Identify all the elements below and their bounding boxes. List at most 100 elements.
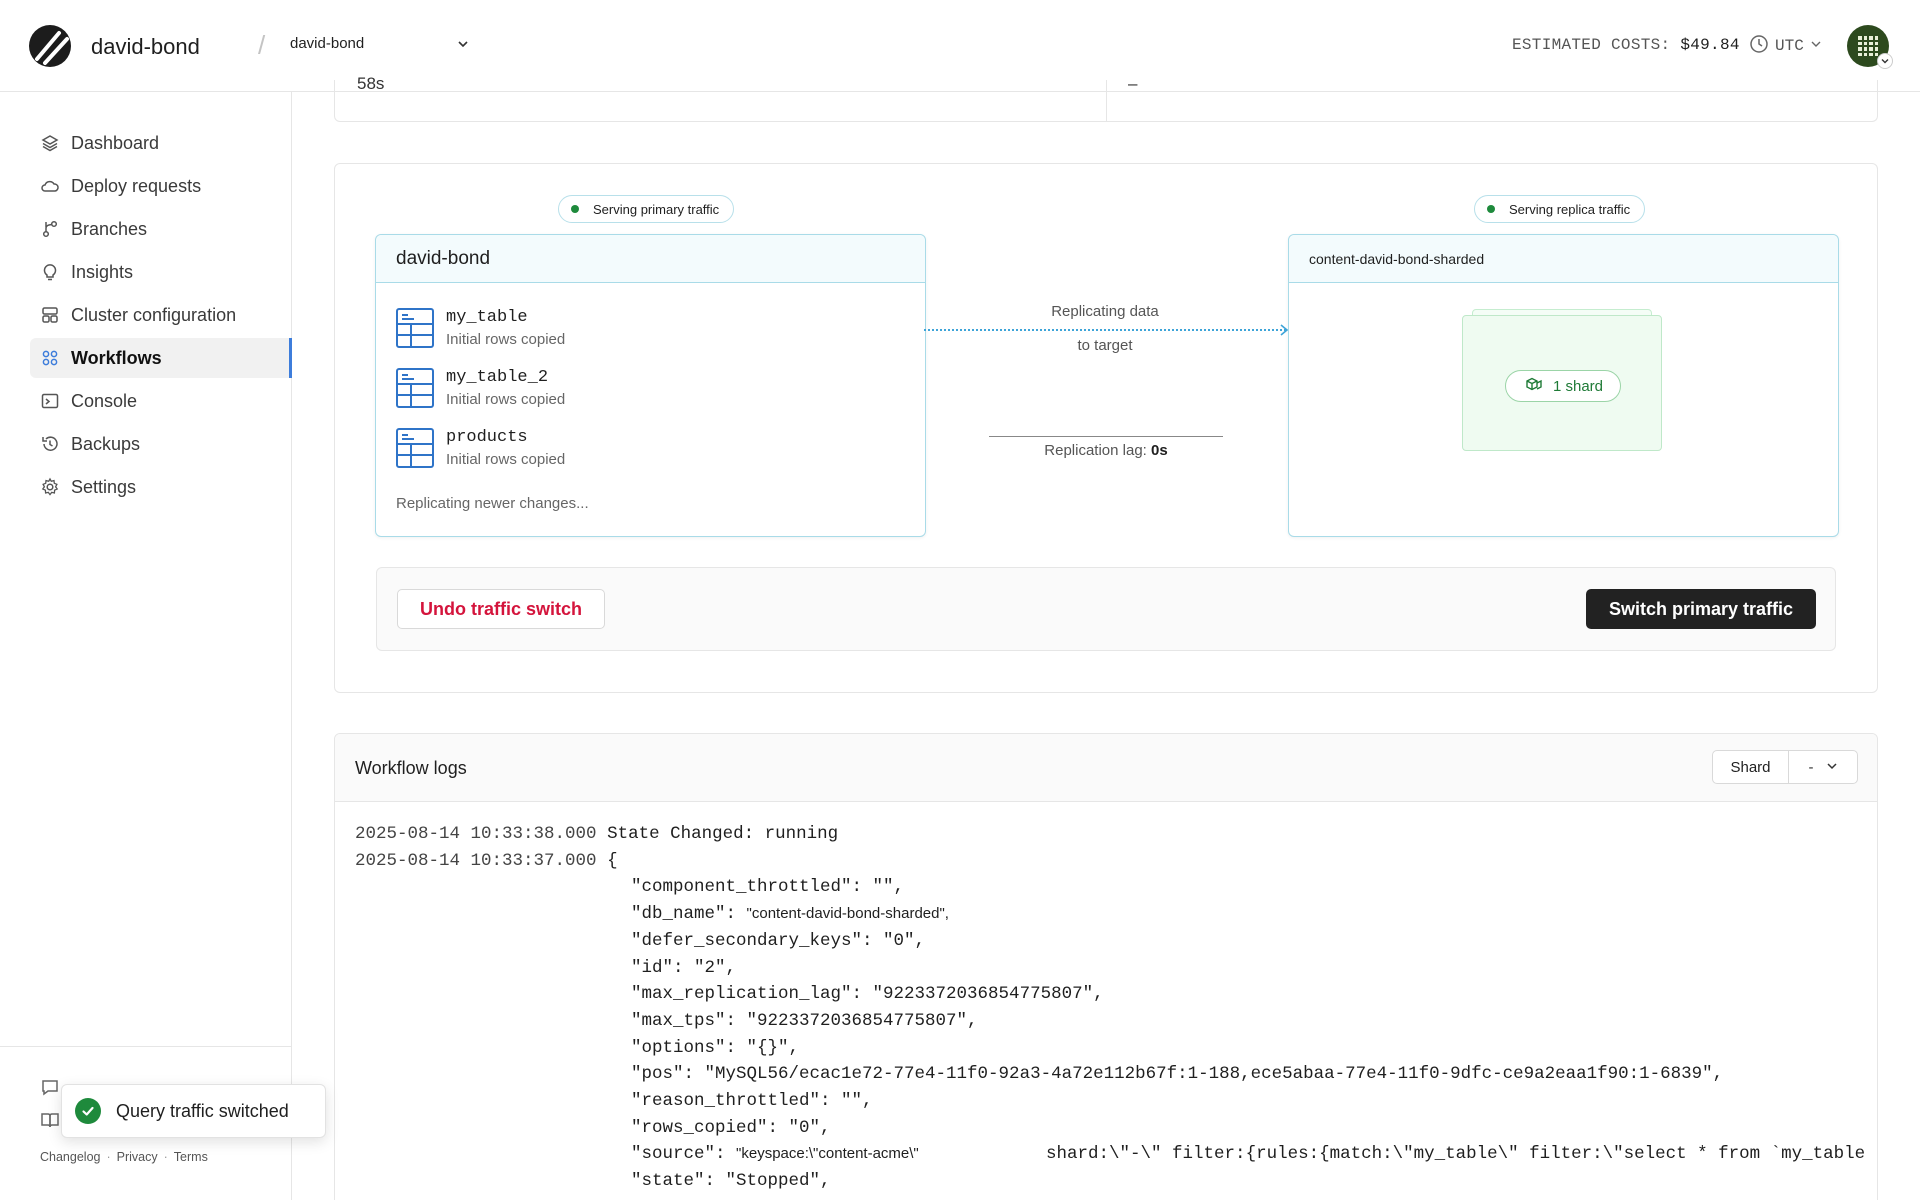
target-keyspace-name: content-david-bond-sharded: [1309, 250, 1485, 267]
database-select-value: david-bond: [290, 35, 365, 52]
sidebar-item-dashboard[interactable]: Dashboard: [30, 123, 292, 163]
shard-card: 1 shard: [1462, 315, 1662, 451]
avatar-pattern: [1858, 36, 1878, 56]
log-json-line: "reason_throttled": "",: [631, 1091, 873, 1112]
timezone-select[interactable]: UTC: [1749, 34, 1822, 58]
sidebar-item-label: Insights: [71, 261, 134, 282]
gear-icon: [40, 477, 60, 497]
log-json-line: "id": "2",: [631, 957, 737, 978]
history-icon: [40, 434, 60, 454]
branch-icon: [40, 219, 60, 239]
privacy-link[interactable]: Privacy: [117, 1150, 158, 1164]
lag-divider: [989, 436, 1223, 437]
status-dot: [571, 205, 579, 213]
planetscale-logo[interactable]: [29, 25, 71, 67]
source-keyspace-name: david-bond: [396, 247, 491, 269]
chevron-down-icon: [1826, 759, 1838, 776]
sidebar: Dashboard Deploy requests Branches Insig…: [0, 92, 292, 1200]
sidebar-item-label: Workflows: [71, 347, 162, 368]
replicating-label-1: Replicating data: [1051, 303, 1159, 320]
chevron-down-icon: [1810, 37, 1822, 55]
database-select[interactable]: david-bond: [290, 35, 470, 57]
workflow-logs-title: Workflow logs: [355, 758, 467, 778]
sidebar-item-label: Backups: [71, 433, 141, 454]
table-row: my_table_2 Initial rows copied: [396, 368, 565, 414]
log-json-line: "rows_copied": "0",: [631, 1117, 831, 1138]
log-json-line: "max_replication_lag": "9223372036854775…: [631, 984, 1104, 1005]
switch-primary-traffic-button[interactable]: Switch primary traffic: [1586, 589, 1816, 629]
sidebar-item-insights[interactable]: Insights: [30, 252, 292, 292]
target-traffic-badge: Serving replica traffic: [1474, 195, 1646, 223]
details-left-value: 58s: [357, 74, 385, 93]
costs-label: ESTIMATED COSTS:: [1512, 36, 1671, 54]
changelog-link[interactable]: Changelog: [40, 1150, 100, 1164]
cubes-icon: [1523, 375, 1543, 397]
sidebar-item-label: Settings: [71, 476, 137, 497]
source-traffic-label: Serving primary traffic: [593, 201, 720, 217]
source-traffic-badge: Serving primary traffic: [558, 195, 735, 223]
table-name: my_table: [446, 308, 528, 327]
details-right-value: –: [1128, 74, 1138, 93]
shard-stack: 1 shard: [1462, 309, 1662, 452]
log-output: 2025-08-14 10:33:38.000 State Changed: r…: [355, 821, 1865, 1195]
sidebar-item-backups[interactable]: Backups: [30, 424, 292, 464]
log-json-line: "state": "Stopped",: [631, 1171, 831, 1192]
cluster-icon: [40, 305, 60, 325]
table-icon: [396, 368, 434, 408]
shard-count-label: 1 shard: [1552, 377, 1604, 395]
log-line: 2025-08-14 10:33:38.000 State Changed: r…: [355, 824, 839, 844]
target-traffic-label: Serving replica traffic: [1509, 201, 1631, 217]
lightbulb-icon: [40, 262, 60, 282]
replicating-label-2: to target: [1077, 337, 1133, 354]
sidebar-item-branches[interactable]: Branches: [30, 209, 292, 249]
check-circle-icon: [75, 1098, 101, 1124]
sidebar-item-settings[interactable]: Settings: [30, 467, 292, 507]
shard-filter-label: Shard: [1713, 751, 1789, 783]
book-icon[interactable]: [40, 1110, 60, 1130]
sidebar-item-cluster-configuration[interactable]: Cluster configuration: [30, 295, 292, 335]
replication-lag-label: Replication lag:: [1044, 442, 1147, 459]
sidebar-item-label: Branches: [71, 218, 148, 239]
sidebar-item-label: Deploy requests: [71, 175, 202, 196]
log-json-line: "options": "{}",: [631, 1037, 800, 1058]
replication-arrow: [924, 329, 1286, 331]
sidebar-item-deploy-requests[interactable]: Deploy requests: [30, 166, 292, 206]
shard-filter[interactable]: Shard -: [1712, 750, 1858, 784]
replicating-status: Replicating newer changes...: [396, 495, 589, 512]
undo-traffic-switch-button[interactable]: Undo traffic switch: [397, 589, 605, 629]
log-json-line: "pos": "MySQL56/ecac1e72-77e4-11f0-92a3-…: [631, 1064, 1724, 1085]
status-dot: [1487, 205, 1495, 213]
cloud-icon: [40, 176, 60, 196]
shard-count-badge[interactable]: 1 shard: [1505, 370, 1621, 402]
chevron-down-icon: [456, 37, 470, 55]
log-json-line: "db_name": "content-david-bond-sharded",: [631, 904, 949, 925]
table-name: my_table_2: [446, 368, 549, 387]
estimated-costs: ESTIMATED COSTS: $49.84: [1512, 36, 1740, 54]
chat-icon[interactable]: [40, 1077, 60, 1097]
shard-filter-select[interactable]: -: [1789, 751, 1857, 783]
sidebar-footer-links: Changelog · Privacy · Terms: [40, 1150, 208, 1164]
source-keyspace-box: david-bond my_table Initial rows copied …: [375, 234, 926, 537]
sidebar-item-workflows[interactable]: Workflows: [30, 338, 292, 378]
user-avatar[interactable]: [1847, 25, 1893, 69]
table-status: Initial rows copied: [446, 451, 566, 468]
log-json-line: "component_throttled": "",: [631, 877, 905, 898]
log-json-line: "defer_secondary_keys": "0",: [631, 930, 926, 951]
sidebar-item-console[interactable]: Console: [30, 381, 292, 421]
layers-icon: [40, 133, 60, 153]
costs-value: $49.84: [1680, 36, 1740, 54]
workflow-logs-card: Workflow logs Shard - 2025-08-14 10:33:3…: [334, 733, 1878, 1200]
target-keyspace-header: content-david-bond-sharded: [1289, 235, 1838, 283]
table-name: products: [446, 428, 528, 447]
timezone-value: UTC: [1775, 37, 1804, 55]
toast-notification[interactable]: Query traffic switched: [61, 1084, 326, 1138]
log-json-line: "source": "keyspace:\"content-acme\" shar…: [631, 1144, 1866, 1165]
sidebar-item-label: Cluster configuration: [71, 304, 237, 325]
toast-message: Query traffic switched: [116, 1100, 289, 1121]
terms-link[interactable]: Terms: [174, 1150, 208, 1164]
org-name[interactable]: david-bond: [91, 34, 200, 60]
breadcrumb-separator: /: [258, 30, 266, 60]
table-icon: [396, 428, 434, 468]
shard-filter-value: -: [1808, 758, 1814, 776]
sidebar-item-label: Console: [71, 390, 138, 411]
